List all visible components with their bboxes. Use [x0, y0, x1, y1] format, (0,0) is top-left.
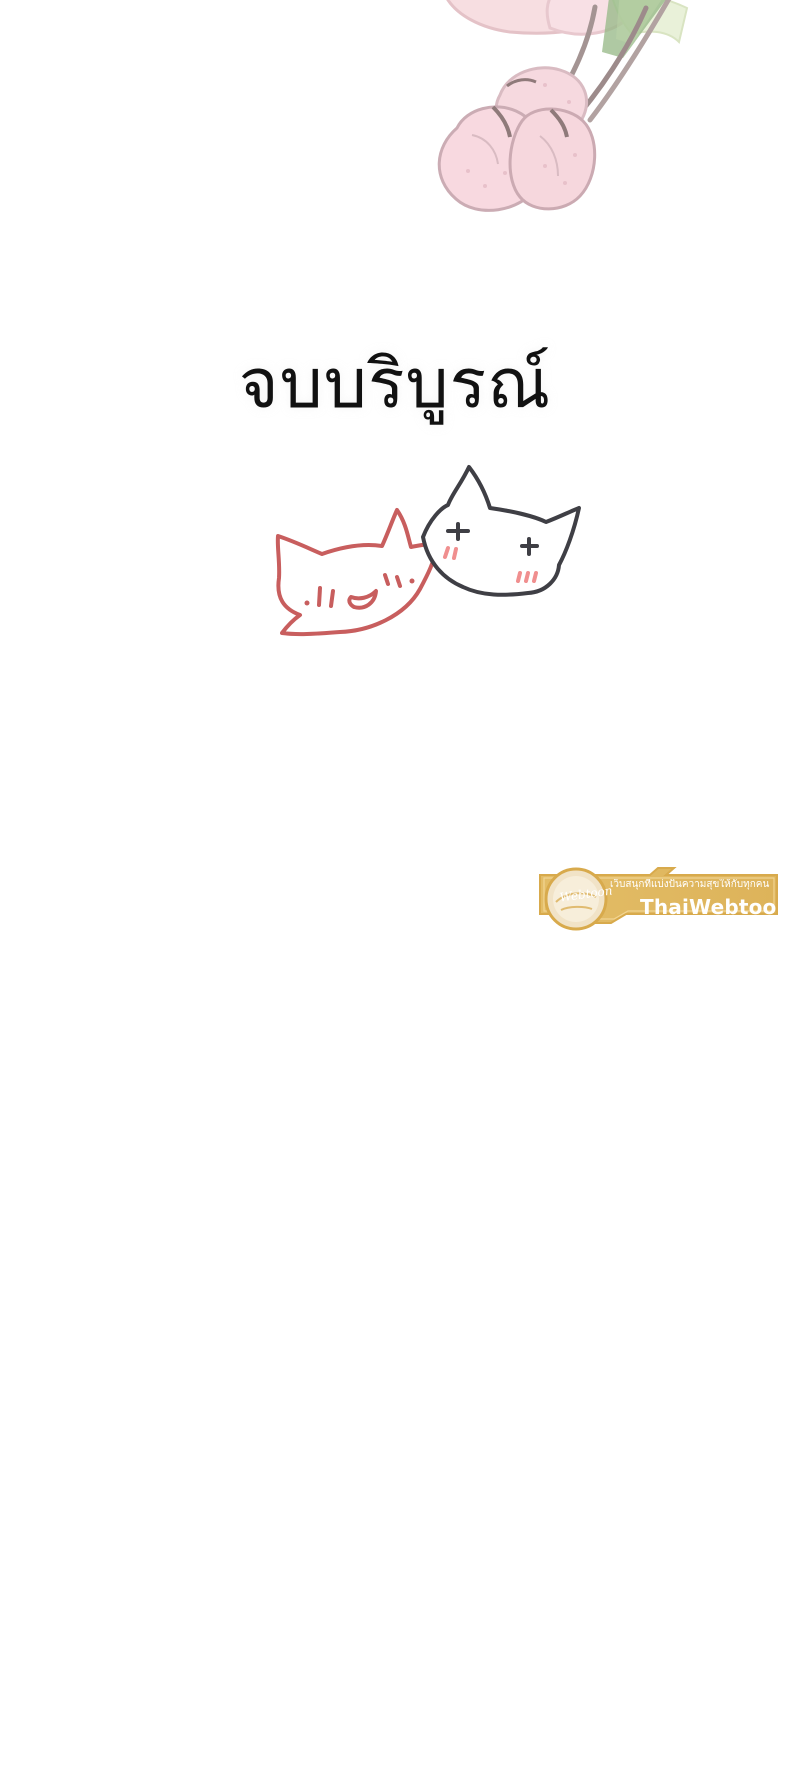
gray-cat-face-icon — [421, 465, 581, 597]
cat-doodles — [275, 465, 581, 637]
watermark-tagline: เว็บสนุกที่แบ่งปันความสุขให้กับทุกคน — [610, 879, 770, 890]
cherry-blossom-branch-icon — [437, 0, 689, 212]
comic-end-page: จบบริบูรณ์ Webtoon เว็บสนุกที่แบ่งปันควา… — [0, 0, 800, 1778]
ending-title: จบบริบูรณ์ — [238, 345, 552, 424]
watermark-brand: ThaiWebtoon — [640, 895, 791, 919]
red-cat-face-icon — [275, 508, 440, 637]
